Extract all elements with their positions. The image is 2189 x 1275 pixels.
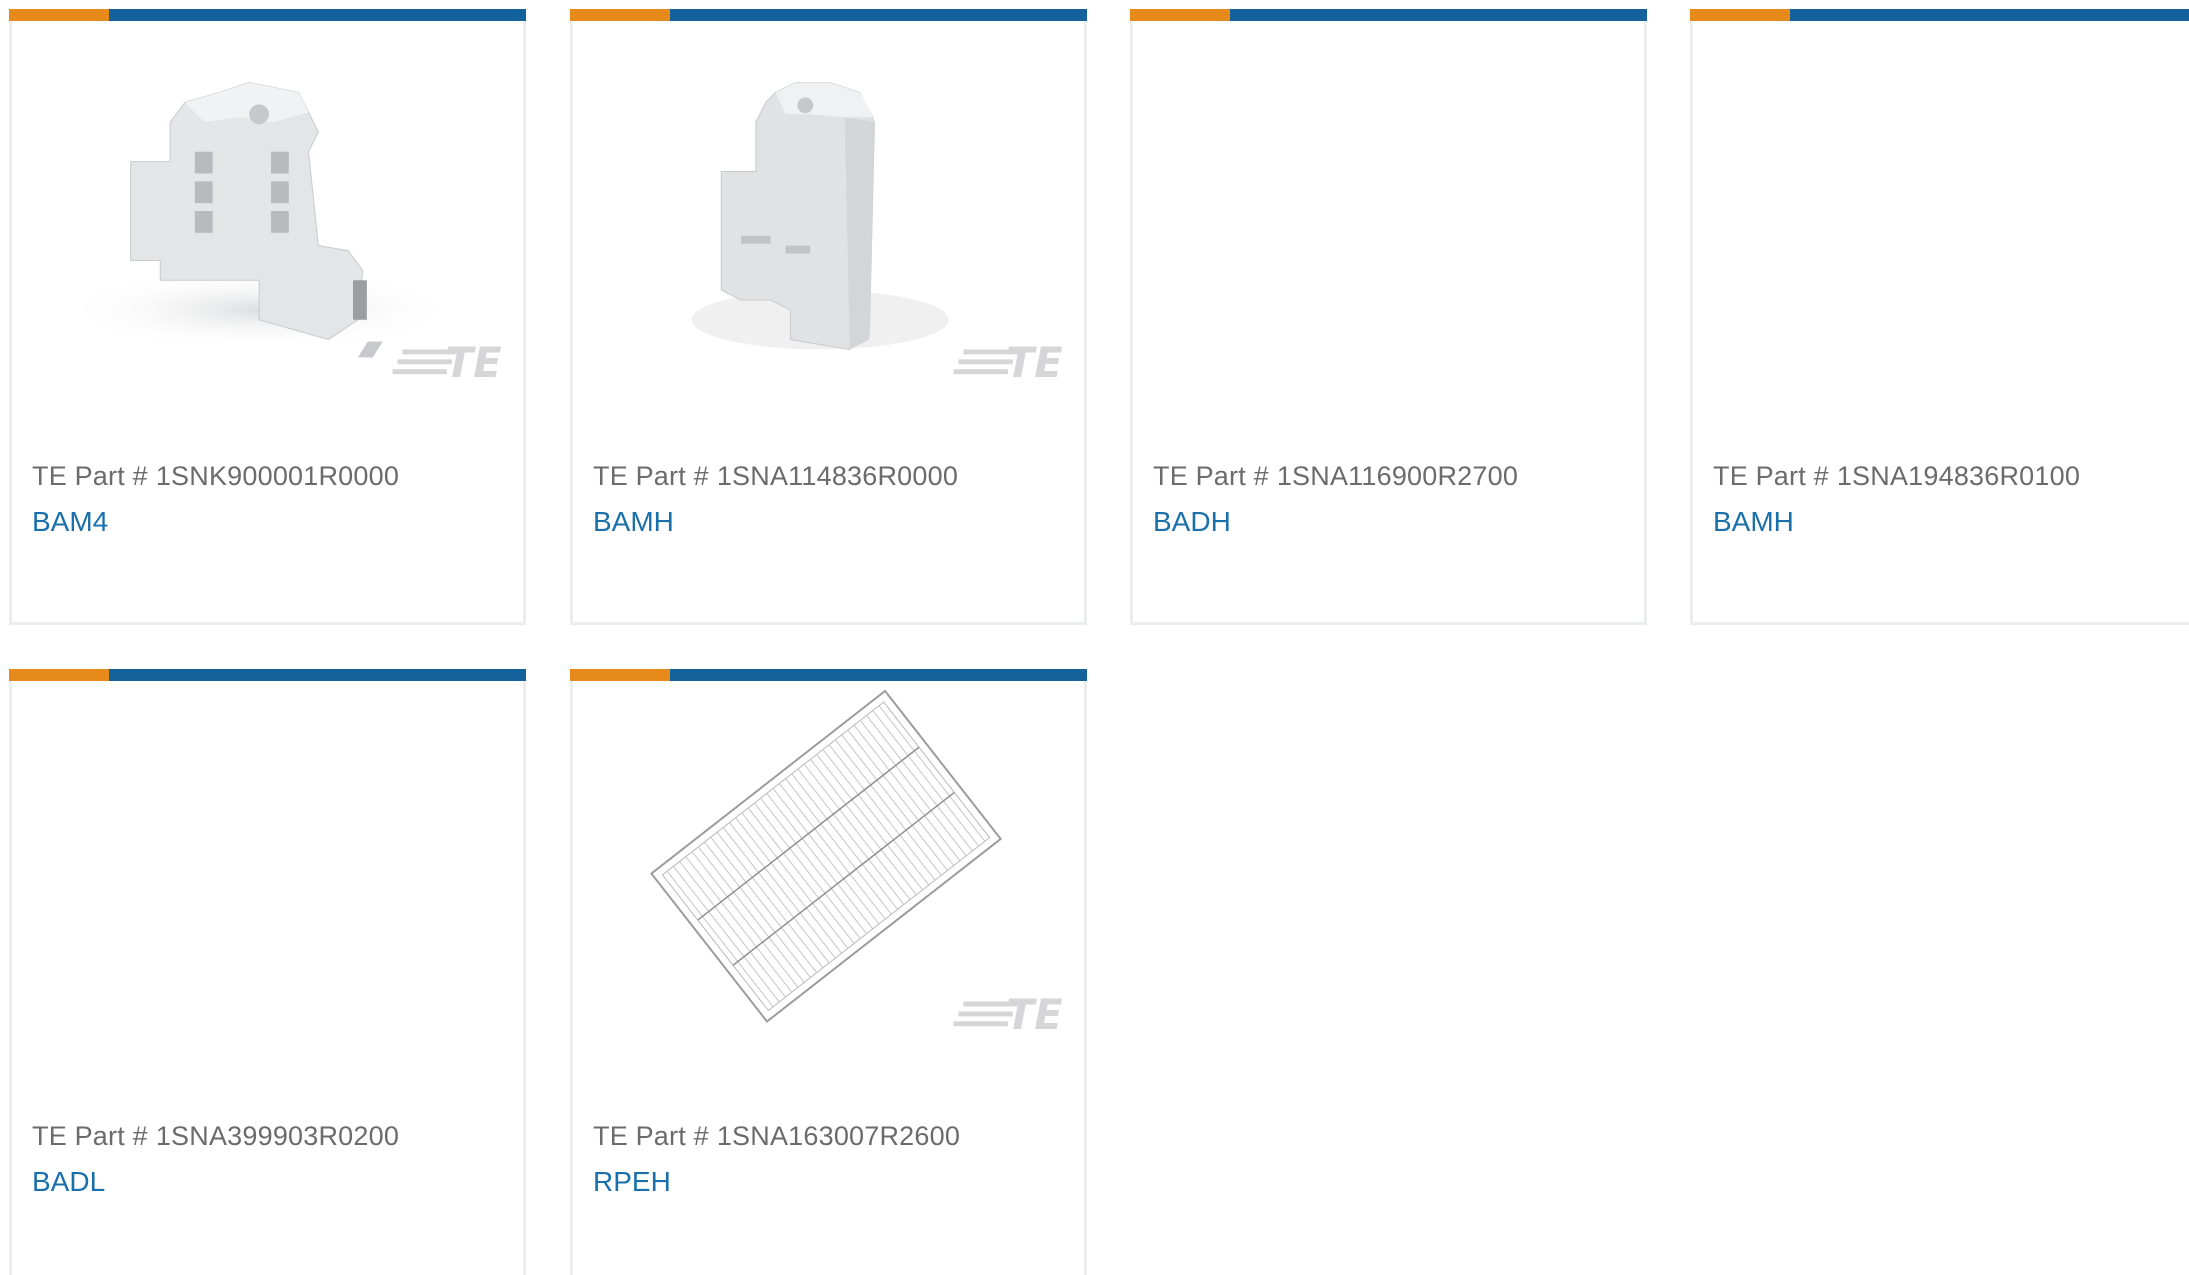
product-card[interactable]: TE TE Part #1SNA114836R0000 BAMH — [570, 9, 1087, 625]
card-accent-bar — [9, 669, 526, 681]
product-image[interactable] — [1693, 21, 2189, 411]
product-image[interactable] — [1133, 21, 1644, 411]
product-image[interactable]: TE — [573, 681, 1084, 1071]
card-accent-bar — [9, 9, 526, 21]
card-accent-bar — [1130, 9, 1647, 21]
end-bracket-narrow-icon: TE — [691, 82, 1063, 387]
part-number: TE Part #1SNA194836R0100 — [1713, 461, 2081, 491]
card-accent-bar — [1690, 9, 2189, 21]
product-name-link[interactable]: BAMH — [1713, 506, 1794, 538]
product-name-link[interactable]: BADL — [32, 1166, 105, 1198]
product-name-link[interactable]: BADH — [1153, 506, 1231, 538]
product-name-link[interactable]: RPEH — [593, 1166, 671, 1198]
product-card[interactable]: TE Part #1SNA399903R0200 BADL — [9, 669, 526, 1275]
part-number: TE Part #1SNK900001R0000 — [32, 461, 400, 491]
part-number: TE Part #1SNA399903R0200 — [32, 1121, 400, 1151]
product-image[interactable]: TE — [573, 21, 1084, 411]
product-name-link[interactable]: BAMH — [593, 506, 674, 538]
product-card[interactable]: TE Part #1SNA116900R2700 BADH — [1130, 9, 1647, 625]
product-image[interactable]: TE — [12, 21, 523, 411]
card-accent-bar — [570, 669, 1087, 681]
card-accent-bar — [570, 9, 1087, 21]
marker-sheet-icon: TE — [650, 689, 1063, 1039]
end-bracket-wide-icon: TE — [61, 82, 502, 387]
product-card[interactable]: TE TE Part #1SNK900001R0000 BAM4 — [9, 9, 526, 625]
svg-text:TE: TE — [1006, 338, 1063, 387]
part-number: TE Part #1SNA163007R2600 — [593, 1121, 961, 1151]
product-grid: TE TE Part #1SNK900001R0000 BAM4 TE TE P… — [0, 0, 2189, 1275]
product-name-link[interactable]: BAM4 — [32, 506, 108, 538]
product-card[interactable]: TE Part #1SNA194836R0100 BAMH — [1690, 9, 2189, 625]
svg-text:TE: TE — [445, 338, 502, 387]
part-number: TE Part #1SNA116900R2700 — [1153, 461, 1519, 491]
product-card[interactable]: TE TE Part #1SNA163007R2600 RPEH — [570, 669, 1087, 1275]
svg-text:TE: TE — [1006, 990, 1063, 1039]
part-number: TE Part #1SNA114836R0000 — [593, 461, 959, 491]
product-image[interactable] — [12, 681, 523, 1071]
